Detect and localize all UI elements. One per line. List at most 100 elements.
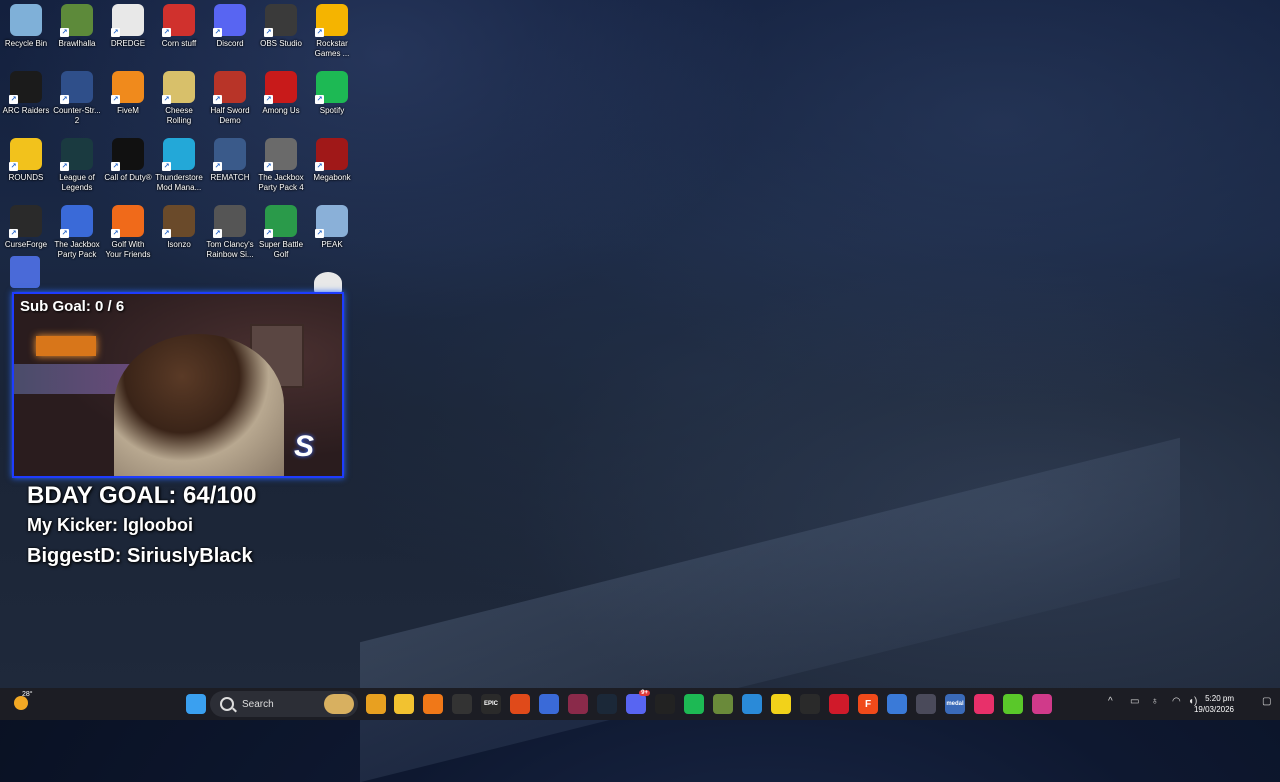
desktop-icon-label: ROUNDS	[8, 173, 44, 182]
desktop-icon[interactable]: ↗ Cheese Rolling	[154, 71, 204, 126]
rockstar-launcher-icon[interactable]	[452, 694, 472, 714]
partially-hidden-icon[interactable]	[314, 272, 342, 294]
desktop-icon[interactable]: ↗ Among Us	[256, 71, 306, 116]
app-icon: ↗	[9, 205, 42, 238]
desktop-icon[interactable]: ↗ Super Battle Golf	[256, 205, 306, 260]
webcam-overlay: S Sub Goal: 0 / 6	[12, 292, 344, 478]
notepad-icon[interactable]	[539, 694, 559, 714]
discord-icon[interactable]: 9+	[626, 690, 650, 714]
desktop-icon-label: Recycle Bin	[4, 39, 48, 48]
app-icon: ↗	[264, 205, 297, 238]
app-icon: ↗	[111, 4, 144, 37]
file-explorer-icon[interactable]	[394, 694, 414, 714]
thunderstore-icon[interactable]	[887, 694, 907, 714]
desktop-icon[interactable]: ↗ Megabonk	[307, 138, 357, 183]
desktop-icon[interactable]: ↗ Half Sword Demo	[205, 71, 255, 126]
desktop-icon[interactable]: ↗ Counter-Str... 2	[52, 71, 102, 126]
steam-icon[interactable]	[597, 694, 617, 714]
desktop-icon-label: Megabonk	[313, 173, 351, 182]
desktop-icon[interactable]: ↗ Corn stuff	[154, 4, 204, 49]
app-icon: ↗	[162, 138, 195, 171]
shortcut-arrow-icon: ↗	[111, 162, 120, 171]
game-pass-icon[interactable]	[1032, 694, 1052, 714]
app-icon: ↗	[111, 71, 144, 104]
wallpaper-ridge	[360, 437, 1180, 782]
desktop-icon[interactable]: ↗ Rockstar Games ...	[307, 4, 357, 59]
shortcut-arrow-icon: ↗	[162, 28, 171, 37]
media-app-icon[interactable]: medal	[945, 694, 965, 714]
vlc-icon[interactable]	[423, 694, 443, 714]
desktop-icon[interactable]: ↗ CurseForge	[1, 205, 51, 250]
clock[interactable]: 5:20 pm 19/03/2026	[1194, 693, 1234, 715]
weather-widget[interactable]: 28°	[12, 691, 33, 714]
desktop-icon[interactable]: ↗ The Jackbox Party Pack	[52, 205, 102, 260]
shortcut-arrow-icon: ↗	[60, 162, 69, 171]
desktop-icon-label: Rockstar Games ...	[314, 39, 350, 58]
app-icon: ↗	[111, 205, 144, 238]
taskbar-search[interactable]: Search	[210, 691, 358, 717]
chrome-icon[interactable]	[366, 694, 386, 714]
faceit-icon[interactable]: F	[858, 694, 878, 714]
app-icon: ↗	[213, 205, 246, 238]
clock-time: 5:20 pm	[1205, 694, 1234, 703]
shortcut-arrow-icon: ↗	[111, 95, 120, 104]
chat-app-icon[interactable]	[1003, 694, 1023, 714]
tiktok-icon[interactable]	[974, 694, 994, 714]
game-launcher-icon[interactable]	[568, 694, 588, 714]
desktop-icon[interactable]: ↗ League of Legends	[52, 138, 102, 193]
desktop-icon[interactable]: ↗ The Jackbox Party Pack 4	[256, 138, 306, 193]
shortcut-arrow-icon: ↗	[315, 28, 324, 37]
photos-icon[interactable]	[742, 694, 762, 714]
clock-date: 19/03/2026	[1193, 705, 1234, 714]
desktop-icon[interactable]: ↗ Discord	[205, 4, 255, 49]
shortcut-arrow-icon: ↗	[264, 229, 273, 238]
battery-icon[interactable]: ▭	[1130, 696, 1139, 707]
app-icon: ↗	[315, 205, 348, 238]
desktop-icon[interactable]: ↗ Spotify	[307, 71, 357, 116]
desktop-icon[interactable]: ↗ ARC Raiders	[1, 71, 51, 116]
desktop-icon[interactable]: ↗ Tom Clancy's Rainbow Si...	[205, 205, 255, 260]
brawl-app-icon[interactable]	[510, 694, 530, 714]
desktop-icon[interactable]: ↗ PEAK	[307, 205, 357, 250]
desktop-icon[interactable]: ↗ Call of Duty®	[103, 138, 153, 183]
desktop-icon-label: Thunderstore Mod Mana...	[155, 173, 203, 192]
desktop-icon-label: Golf With Your Friends	[105, 240, 151, 259]
sub-goal-text: Sub Goal: 0 / 6	[20, 298, 125, 315]
desktop-icon[interactable]: ↗ REMATCH	[205, 138, 255, 183]
partially-hidden-icon[interactable]	[10, 256, 40, 288]
desktop-icon[interactable]: ↗ Golf With Your Friends	[103, 205, 153, 260]
discord-badge: 9+	[639, 690, 650, 696]
opera-gx-icon[interactable]	[829, 694, 849, 714]
shortcut-arrow-icon: ↗	[162, 162, 171, 171]
biggest-text: BiggestD: SiriuslyBlack	[27, 545, 253, 567]
desktop-icon[interactable]: ↗ Isonzo	[154, 205, 204, 250]
capcut-icon[interactable]	[655, 694, 675, 714]
microphone-icon[interactable]: ♁	[1151, 696, 1159, 707]
app-icon: ↗	[60, 71, 93, 104]
start-button-icon[interactable]	[186, 694, 206, 714]
desktop-icon[interactable]: ↗ Thunderstore Mod Mana...	[154, 138, 204, 193]
desktop-icon[interactable]: ↗ FiveM	[103, 71, 153, 116]
terminal-icon[interactable]	[800, 694, 820, 714]
spotify-icon[interactable]	[684, 694, 704, 714]
obs-icon[interactable]	[916, 694, 936, 714]
sticky-notes-icon[interactable]	[771, 694, 791, 714]
notification-icon[interactable]: ▢	[1262, 696, 1271, 707]
desktop-icon[interactable]: ↗ DREDGE	[103, 4, 153, 49]
epic-games-icon[interactable]: EPIC	[481, 694, 501, 714]
app-icon: ↗	[60, 205, 93, 238]
shortcut-arrow-icon: ↗	[213, 162, 222, 171]
desktop-icon[interactable]: Recycle Bin	[1, 4, 51, 49]
wifi-icon[interactable]: ◠	[1172, 696, 1181, 707]
shortcut-arrow-icon: ↗	[111, 28, 120, 37]
xbox-app-icon[interactable]	[713, 694, 733, 714]
app-icon	[10, 4, 42, 36]
desktop-icon-label: Super Battle Golf	[258, 240, 304, 259]
app-icon: ↗	[315, 4, 348, 37]
desktop-icon[interactable]: ↗ ROUNDS	[1, 138, 51, 183]
chevron-up-icon[interactable]: ^	[1108, 696, 1113, 707]
desktop-icon[interactable]: ↗ Brawlhalla	[52, 4, 102, 49]
desktop-icon[interactable]: ↗ OBS Studio	[256, 4, 306, 49]
shortcut-arrow-icon: ↗	[264, 95, 273, 104]
desktop-icon-label: DREDGE	[110, 39, 146, 48]
